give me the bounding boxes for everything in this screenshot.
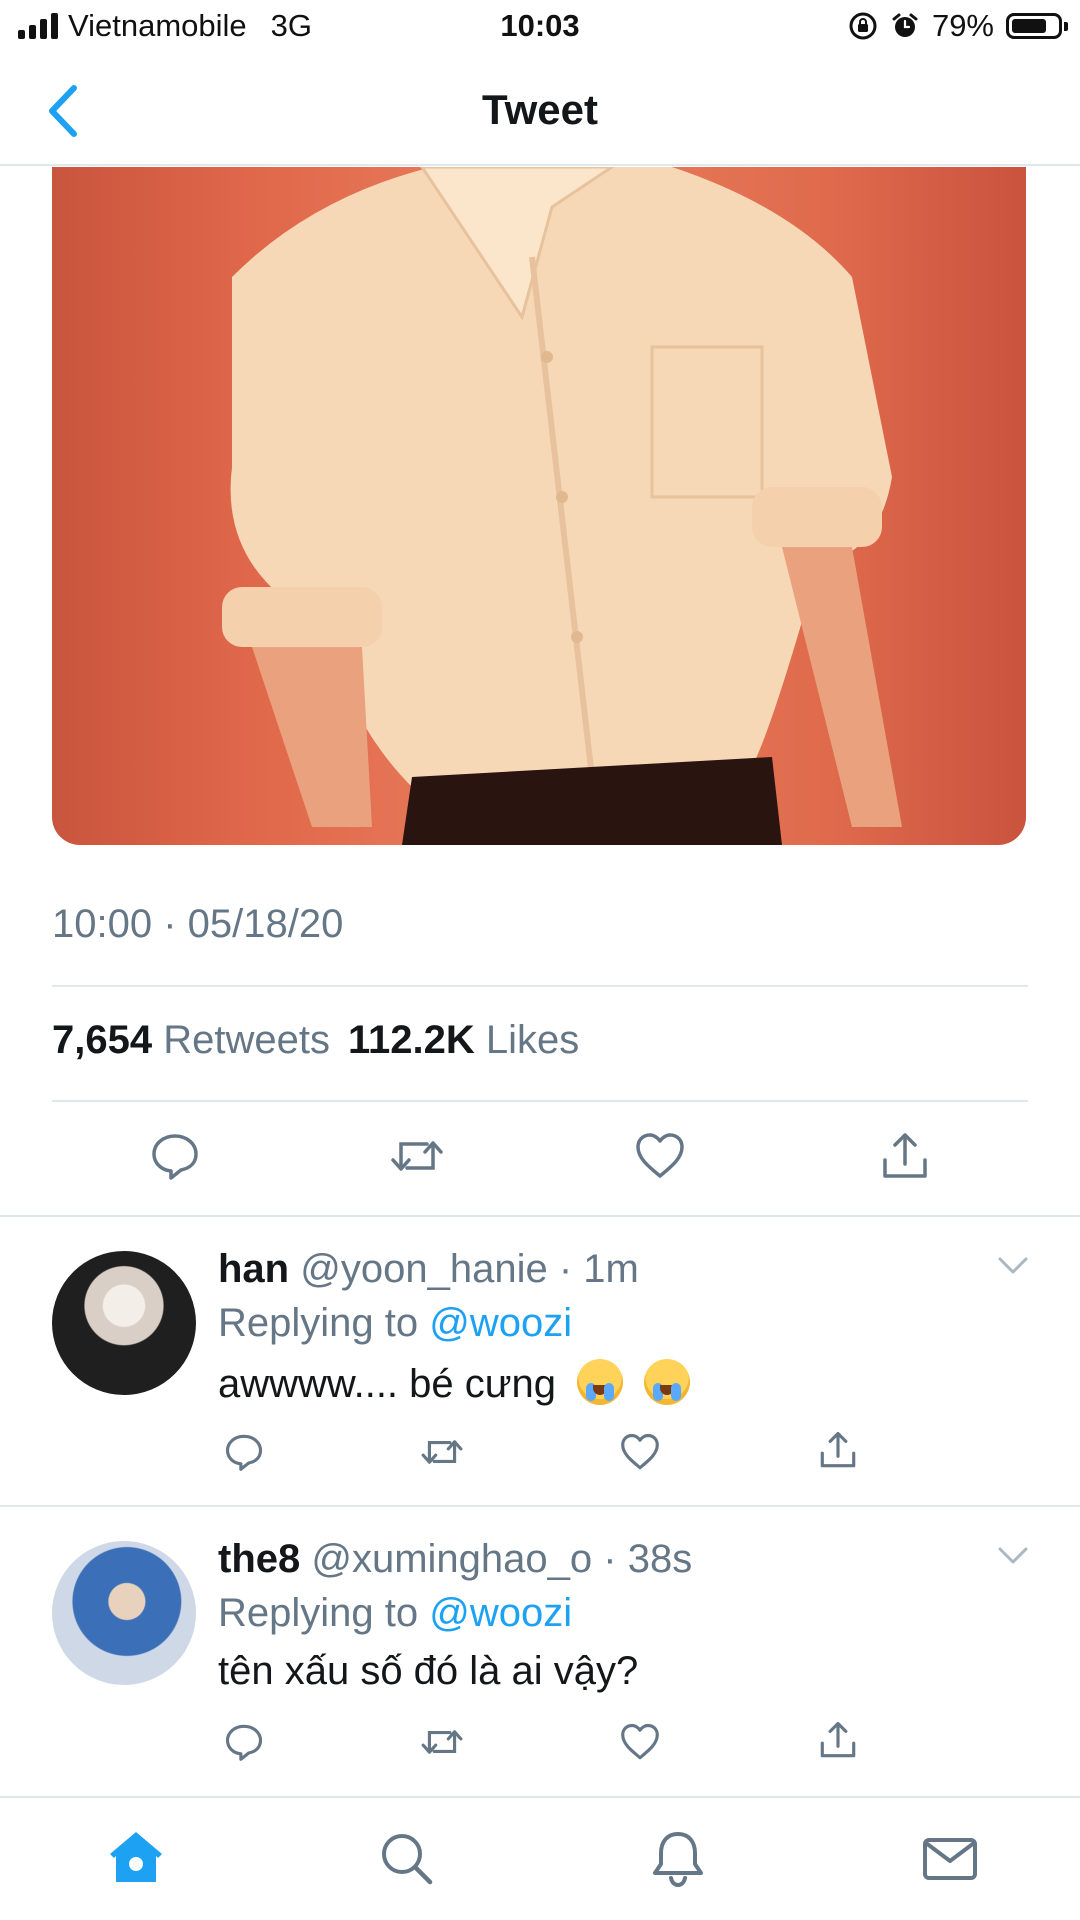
retweet-icon	[421, 1730, 463, 1754]
battery-fill	[1012, 19, 1046, 33]
reply-time: 38s	[627, 1537, 693, 1581]
tweet-timestamp: 10:00 · 05/18/20	[52, 902, 344, 946]
reply-header: han @yoon_hanie · 1m	[218, 1247, 639, 1292]
reply-menu-button[interactable]	[996, 1543, 1030, 1572]
retweets-stat[interactable]: 7,654 Retweets	[52, 1018, 330, 1063]
divider	[52, 1100, 1028, 1102]
share-icon	[883, 1133, 927, 1178]
page-title: Tweet	[482, 86, 598, 133]
chevron-down-icon	[998, 1547, 1028, 1564]
reply-button[interactable]	[222, 1430, 266, 1479]
reply-icon	[152, 1134, 198, 1180]
tab-search[interactable]	[374, 1826, 438, 1890]
notifications-icon	[653, 1832, 703, 1888]
dot-separator: ·	[592, 1537, 628, 1581]
dot-separator: ·	[547, 1247, 584, 1291]
chevron-down-icon	[998, 1257, 1028, 1274]
retweet-button[interactable]	[387, 1128, 447, 1189]
reply-author-handle[interactable]: @yoon_hanie	[300, 1247, 547, 1291]
mention-link[interactable]: @woozi	[429, 1301, 572, 1345]
like-icon	[621, 1723, 659, 1760]
avatar[interactable]	[52, 1251, 196, 1395]
retweet-icon	[391, 1141, 443, 1171]
reply-text-row: awwww.... bé cưng	[218, 1359, 691, 1407]
reply-menu-button[interactable]	[996, 1253, 1030, 1282]
likes-label: Likes	[485, 1018, 580, 1062]
photo-illustration	[222, 167, 902, 845]
likes-count: 112.2K	[347, 1018, 475, 1062]
like-button[interactable]	[632, 1128, 688, 1189]
like-button[interactable]	[618, 1430, 662, 1479]
alarm-icon	[892, 13, 918, 37]
tab-messages[interactable]	[918, 1826, 982, 1890]
share-button[interactable]	[816, 1718, 860, 1767]
reply-header: the8 @xuminghao_o · 38s	[218, 1537, 692, 1582]
retweet-icon	[421, 1440, 463, 1464]
reply-author-name[interactable]: the8	[218, 1537, 300, 1581]
tab-home[interactable]	[104, 1826, 168, 1890]
reply-icon	[225, 1724, 263, 1761]
share-button[interactable]	[816, 1428, 860, 1477]
search-icon	[382, 1834, 433, 1885]
home-icon	[110, 1832, 162, 1882]
loudly-crying-emoji-icon	[644, 1359, 691, 1405]
reply-button[interactable]	[222, 1720, 266, 1769]
reply-author-handle[interactable]: @xuminghao_o	[311, 1537, 592, 1581]
share-icon	[820, 1721, 856, 1758]
like-button[interactable]	[618, 1720, 662, 1769]
avatar[interactable]	[52, 1541, 196, 1685]
replying-prefix: Replying to	[218, 1301, 419, 1345]
reply-text: awwww.... bé cưng	[218, 1362, 557, 1406]
replying-prefix: Replying to	[218, 1591, 419, 1635]
like-icon	[636, 1133, 684, 1178]
retweets-label: Retweets	[163, 1018, 330, 1062]
battery-percent: 79%	[931, 8, 994, 43]
retweet-button[interactable]	[418, 1430, 466, 1479]
likes-stat[interactable]: 112.2K Likes	[348, 1018, 579, 1063]
tab-notifications[interactable]	[646, 1826, 710, 1890]
tab-bar	[0, 1796, 1080, 1920]
tweet-photo[interactable]	[52, 167, 1026, 845]
divider	[52, 985, 1028, 987]
share-icon	[820, 1431, 856, 1468]
retweets-count: 7,654	[52, 1018, 153, 1062]
reply-item[interactable]: han @yoon_hanie · 1m Replying to @woozi …	[0, 1217, 1080, 1505]
reply-text: tên xấu số đó là ai vậy?	[218, 1649, 639, 1693]
retweet-button[interactable]	[418, 1720, 466, 1769]
reply-author-name[interactable]: han	[218, 1247, 289, 1291]
replying-to: Replying to @woozi	[218, 1591, 572, 1636]
reply-icon	[225, 1434, 263, 1471]
reply-item[interactable]: the8 @xuminghao_o · 38s Replying to @woo…	[0, 1507, 1080, 1795]
like-icon	[621, 1433, 659, 1470]
mention-link[interactable]: @woozi	[429, 1591, 572, 1635]
battery-icon	[1006, 13, 1068, 39]
share-button[interactable]	[877, 1128, 933, 1189]
rotation-lock-icon	[849, 12, 877, 40]
status-right: 79%	[848, 8, 1068, 44]
loudly-crying-emoji-icon	[577, 1359, 624, 1405]
reply-button[interactable]	[147, 1128, 203, 1189]
messages-icon	[923, 1838, 977, 1880]
nav-bar: Tweet	[0, 56, 1080, 166]
replying-to: Replying to @woozi	[218, 1301, 572, 1346]
tweet-stats: 7,654 Retweets 112.2K Likes	[52, 1018, 579, 1063]
tweet-actions	[52, 1118, 1028, 1188]
status-bar: Vietnamobile 3G 10:03 79%	[0, 0, 1080, 56]
reply-time: 1m	[583, 1247, 639, 1291]
